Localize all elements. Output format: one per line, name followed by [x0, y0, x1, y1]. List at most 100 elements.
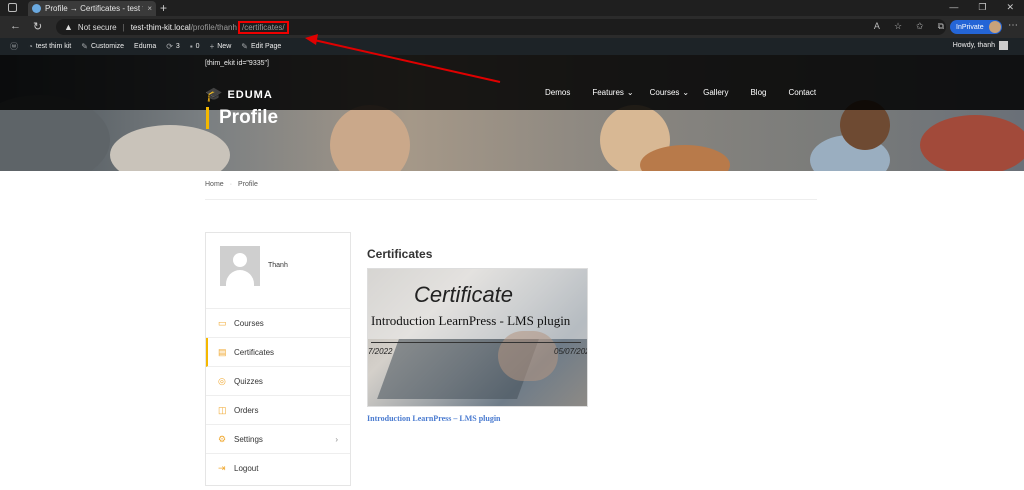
- url-path: /profile/thanh: [190, 22, 237, 32]
- window-controls: — ❐ ✕: [949, 2, 1014, 13]
- dashboard-icon: ◔: [28, 42, 33, 51]
- new-tab-button[interactable]: +: [160, 1, 167, 15]
- main-nav: Demos Features ⌄ Courses ⌄ Gallery Blog …: [545, 88, 816, 97]
- sidebar-item-quizzes[interactable]: ◎ Quizzes: [206, 367, 350, 396]
- nav-courses[interactable]: Courses: [650, 88, 680, 97]
- minimize-icon[interactable]: —: [949, 2, 958, 13]
- browser-tab-strip: Profile → Certificates - test thim × + —…: [0, 0, 1024, 16]
- shortcode-text: [thim_ekit id="9335"]: [205, 60, 269, 67]
- sidebar-item-label: Orders: [234, 405, 259, 415]
- address-bar: ← ↻ ▲ Not secure | test-thim-kit.local /…: [0, 16, 1024, 38]
- plus-icon: +: [209, 42, 215, 51]
- quiz-icon: ◎: [218, 375, 226, 386]
- site-logo[interactable]: 🎓 EDUMA: [205, 86, 273, 103]
- nav-demos[interactable]: Demos: [545, 88, 570, 97]
- breadcrumb: Home · Profile: [205, 181, 258, 188]
- admin-new-link[interactable]: + New: [210, 42, 232, 51]
- bag-icon: ◫: [218, 404, 227, 415]
- read-aloud-icon[interactable]: A: [874, 21, 880, 32]
- chevron-down-icon: ⌄: [626, 88, 634, 97]
- user-box: Thanh: [206, 233, 350, 309]
- certificate-date-left: 7/2022: [368, 347, 393, 356]
- sidebar-item-label: Settings: [234, 434, 263, 444]
- url-separator: |: [122, 22, 125, 32]
- gear-icon: ⚙: [218, 433, 227, 444]
- refresh-icon[interactable]: ↻: [33, 20, 42, 33]
- brush-icon: ✎: [81, 42, 88, 51]
- breadcrumb-separator: ·: [229, 181, 233, 188]
- profile-avatar-icon: [989, 21, 1001, 33]
- sidebar-item-courses[interactable]: ▭ Courses: [206, 309, 350, 338]
- admin-new-label: New: [217, 43, 232, 50]
- wp-logo-icon[interactable]: ⓦ: [10, 41, 18, 52]
- more-menu-icon[interactable]: ⋯: [1008, 20, 1018, 31]
- inprivate-label: InPrivate: [956, 23, 984, 31]
- admin-edit-label: Edit Page: [250, 43, 282, 50]
- certificate-course: Introduction LearnPress - LMS plugin: [371, 313, 571, 328]
- warning-icon: ▲: [64, 22, 73, 32]
- page-hero: [0, 55, 1024, 171]
- admin-howdy[interactable]: Howdy, thanh: [953, 41, 1008, 50]
- chevron-right-icon: ›: [335, 434, 338, 444]
- admin-site-label: test thim kit: [35, 43, 72, 50]
- comment-icon: ▪: [189, 42, 193, 51]
- certificate-heading: Certificate: [414, 282, 514, 307]
- user-avatar-icon: [999, 41, 1008, 50]
- admin-site-link[interactable]: ◔ test thim kit: [28, 42, 71, 51]
- chevron-down-icon: ⌄: [682, 88, 690, 97]
- favorite-icon[interactable]: ☆: [894, 21, 902, 32]
- updates-icon: ⟳: [166, 42, 173, 51]
- inprivate-badge[interactable]: InPrivate: [950, 20, 1002, 34]
- graduation-cap-icon: 🎓: [205, 86, 224, 102]
- admin-comments-count: 0: [195, 43, 200, 50]
- admin-edit-link[interactable]: ✎ Edit Page: [241, 42, 281, 51]
- sidebar-item-settings[interactable]: ⚙ Settings ›: [206, 425, 350, 454]
- book-icon: ▭: [218, 317, 227, 328]
- url-field[interactable]: ▲ Not secure | test-thim-kit.local /prof…: [56, 19, 946, 35]
- sidebar-item-orders[interactable]: ◫ Orders: [206, 396, 350, 425]
- nav-gallery[interactable]: Gallery: [703, 88, 728, 97]
- tab-actions-icon[interactable]: [8, 3, 17, 12]
- logo-text: EDUMA: [227, 88, 273, 101]
- admin-theme-label: Eduma: [134, 43, 157, 50]
- logout-icon: ⇥: [218, 463, 226, 473]
- tab-close-icon[interactable]: ×: [147, 4, 152, 13]
- nav-blog[interactable]: Blog: [750, 88, 766, 97]
- pencil-icon: ✎: [241, 42, 248, 51]
- close-window-icon[interactable]: ✕: [1006, 2, 1014, 13]
- collections-icon[interactable]: ⧉: [938, 21, 944, 32]
- sidebar-item-label: Logout: [234, 464, 259, 473]
- nav-contact[interactable]: Contact: [788, 88, 816, 97]
- certificate-card[interactable]: Certificate Introduction LearnPress - LM…: [367, 268, 588, 407]
- restore-icon[interactable]: ❐: [978, 2, 986, 13]
- avatar: [220, 246, 260, 286]
- breadcrumb-current: Profile: [238, 181, 258, 188]
- sidebar-item-logout[interactable]: ⇥ Logout: [206, 454, 350, 483]
- certificate-link[interactable]: Introduction LearnPress – LMS plugin: [367, 414, 501, 423]
- page-title: Profile: [206, 107, 278, 129]
- sidebar-item-certificates[interactable]: ▤ Certificates: [206, 338, 350, 367]
- sidebar-item-label: Courses: [234, 318, 264, 328]
- wordpress-favicon-icon: [32, 4, 41, 13]
- breadcrumb-home[interactable]: Home: [205, 181, 224, 188]
- url-host: test-thim-kit.local: [130, 22, 191, 32]
- nav-features[interactable]: Features: [592, 88, 624, 97]
- not-secure-label: Not secure: [77, 22, 117, 32]
- admin-comments-link[interactable]: ▪ 0: [190, 42, 200, 51]
- certificate-date-right: 05/07/202: [554, 347, 588, 356]
- sidebar-item-label: Certificates: [234, 347, 275, 357]
- url-highlight-box: /certificates/: [237, 20, 289, 34]
- certificate-icon: ▤: [218, 346, 227, 357]
- favorites-icon[interactable]: ✩: [916, 21, 924, 32]
- section-title: Certificates: [367, 247, 433, 261]
- wp-admin-bar: ⓦ ◔ test thim kit ✎ Customize Eduma ⟳ 3 ▪ 0 …: [0, 38, 1024, 55]
- admin-updates-link[interactable]: ⟳ 3: [166, 42, 180, 51]
- back-icon[interactable]: ←: [10, 20, 21, 32]
- admin-theme-link[interactable]: Eduma: [134, 43, 156, 50]
- divider: [205, 199, 817, 200]
- tab-title: Profile → Certificates - test thim: [45, 4, 143, 13]
- admin-updates-count: 3: [175, 43, 180, 50]
- admin-customize-link[interactable]: ✎ Customize: [81, 42, 124, 51]
- browser-tab[interactable]: Profile → Certificates - test thim ×: [28, 1, 156, 16]
- howdy-label: Howdy, thanh: [952, 42, 995, 49]
